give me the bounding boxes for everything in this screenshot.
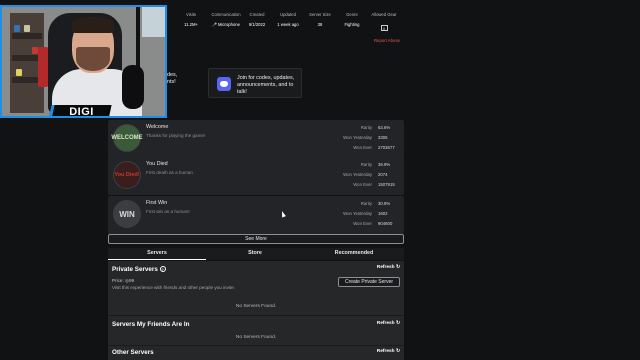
badge-won-yesterday: Won Yesterday 2074 bbox=[343, 172, 398, 177]
rarity-value: 63.6% bbox=[378, 125, 391, 130]
tab-store[interactable]: Store bbox=[206, 248, 304, 260]
other-servers-title: Other Servers bbox=[112, 349, 154, 356]
badge-first-win-icon: WIN bbox=[113, 200, 141, 228]
rarity-label: Rarity bbox=[360, 162, 372, 167]
won-yesterday-value: 2074 bbox=[378, 172, 388, 177]
allowed-gear-icon[interactable]: X bbox=[380, 25, 388, 31]
badge-title: You Died bbox=[146, 161, 168, 167]
won-ever-label: Won Ever bbox=[353, 221, 372, 226]
webcam-overlay: DIGI bbox=[0, 5, 167, 118]
servers-panel: Private Servers ? Refresh ↻ Price: ◎99 V… bbox=[108, 261, 404, 360]
stat-label: Allowed Gear bbox=[371, 12, 397, 17]
won-yesterday-value: 3306 bbox=[378, 135, 388, 140]
private-servers-label: Private Servers bbox=[112, 266, 158, 273]
stat-label: Visits bbox=[186, 12, 196, 17]
refresh-label: Refresh bbox=[376, 321, 395, 326]
badge-title: First Win bbox=[146, 200, 168, 206]
streamer-nameplate: DIGI bbox=[48, 105, 112, 118]
stat-allowed-gear: Allowed Gear X bbox=[365, 12, 403, 35]
refresh-other-button[interactable]: Refresh ↻ bbox=[377, 349, 400, 354]
webcam-chair-accent bbox=[38, 47, 48, 87]
refresh-label: Refresh bbox=[376, 349, 395, 354]
badge-description: First win as a human! bbox=[146, 209, 190, 214]
rarity-value: 30.8% bbox=[378, 201, 391, 206]
rarity-label: Rarity bbox=[360, 201, 372, 206]
game-page: Visits 11.2M+ Communication Microphone C… bbox=[0, 0, 640, 360]
badge-rarity: Rarity 30.8% bbox=[361, 201, 398, 206]
won-ever-label: Won Ever bbox=[353, 145, 372, 150]
badge-description: Thanks for playing the game! bbox=[146, 133, 206, 138]
badge-rarity: Rarity 39.9% bbox=[361, 162, 398, 167]
badge-welcome-icon: WELCOME bbox=[111, 124, 143, 152]
badge-won-ever: Won Ever 904600 bbox=[353, 221, 398, 226]
badge-you-died-icon: You Died! bbox=[113, 161, 141, 189]
friends-servers-title: Servers My Friends Are In bbox=[112, 321, 190, 328]
divider bbox=[108, 345, 404, 346]
private-servers-title: Private Servers ? bbox=[112, 266, 166, 273]
private-server-price: Price: ◎99 bbox=[112, 278, 134, 284]
won-ever-value: 904600 bbox=[378, 221, 393, 226]
won-yesterday-label: Won Yesterday bbox=[343, 172, 372, 177]
won-ever-value: 1507915 bbox=[378, 182, 395, 187]
private-server-description: Visit this experience with friends and o… bbox=[112, 285, 235, 290]
badge-item[interactable]: You Died! You Died First death as a huma… bbox=[108, 157, 404, 195]
tab-servers[interactable]: Servers bbox=[108, 248, 206, 260]
no-servers-message: No Servers Found. bbox=[235, 304, 277, 309]
won-ever-value: 2703677 bbox=[378, 145, 395, 150]
webcam-person-beard bbox=[76, 47, 110, 71]
stat-visits: Visits 11.2M+ bbox=[172, 12, 210, 27]
price-label: Price: bbox=[112, 278, 124, 283]
refresh-icon: ↻ bbox=[395, 321, 400, 326]
price-value: 99 bbox=[129, 278, 135, 283]
info-icon[interactable]: ? bbox=[159, 266, 166, 273]
tab-recommended[interactable]: Recommended bbox=[305, 248, 403, 260]
badge-won-ever: Won Ever 2703677 bbox=[353, 145, 398, 150]
webcam-window bbox=[142, 7, 165, 37]
won-yesterday-value: 1602 bbox=[378, 211, 388, 216]
discord-social-link[interactable]: Join for codes, updates, announcements, … bbox=[208, 68, 302, 98]
divider bbox=[108, 315, 404, 316]
badge-title: Welcome bbox=[146, 124, 169, 130]
refresh-private-button[interactable]: Refresh ↻ bbox=[377, 265, 400, 270]
rarity-label: Rarity bbox=[360, 125, 372, 130]
discord-icon bbox=[217, 77, 231, 91]
won-ever-label: Won Ever bbox=[353, 182, 372, 187]
microphone-icon bbox=[122, 65, 144, 109]
refresh-friends-button[interactable]: Refresh ↻ bbox=[377, 321, 400, 326]
webcam-person-hair bbox=[72, 17, 114, 33]
refresh-icon: ↻ bbox=[395, 349, 400, 354]
refresh-label: Refresh bbox=[376, 265, 395, 270]
badge-rarity: Rarity 63.6% bbox=[361, 125, 398, 130]
create-private-server-button[interactable]: Create Private Server bbox=[338, 277, 400, 287]
game-tabs: Servers Store Recommended bbox=[108, 248, 404, 260]
badge-won-ever: Won Ever 1507915 bbox=[353, 182, 398, 187]
badge-item[interactable]: WELCOME Welcome Thanks for playing the g… bbox=[108, 120, 404, 158]
badge-item[interactable]: WIN First Win First win as a human! Rari… bbox=[108, 196, 404, 234]
rarity-value: 39.9% bbox=[378, 162, 391, 167]
see-more-button[interactable]: See More bbox=[108, 234, 404, 244]
stat-value: 11.2M+ bbox=[184, 22, 198, 27]
no-servers-message: No Servers Found. bbox=[235, 335, 277, 340]
badge-won-yesterday: Won Yesterday 1602 bbox=[343, 211, 398, 216]
won-yesterday-label: Won Yesterday bbox=[343, 211, 372, 216]
discord-link-text: Join for codes, updates, announcements, … bbox=[237, 75, 295, 95]
webcam-mic-arm bbox=[136, 7, 140, 67]
badge-won-yesterday: Won Yesterday 3306 bbox=[343, 135, 398, 140]
badge-description: First death as a human bbox=[146, 170, 193, 175]
streamer-name: DIGI bbox=[69, 106, 94, 118]
won-yesterday-label: Won Yesterday bbox=[343, 135, 372, 140]
report-abuse-link[interactable]: Report Abuse bbox=[374, 38, 400, 43]
refresh-icon: ↻ bbox=[395, 265, 400, 270]
